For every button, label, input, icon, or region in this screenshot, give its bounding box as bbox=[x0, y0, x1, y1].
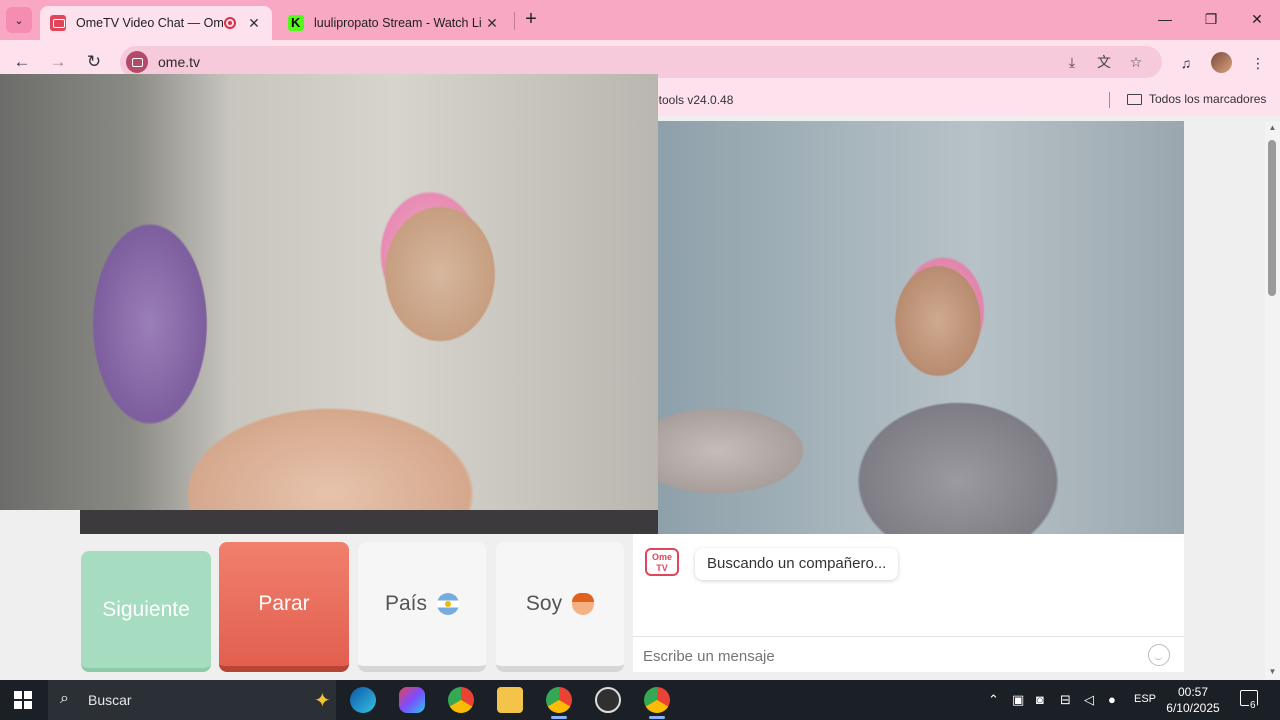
forward-arrow-icon[interactable]: → bbox=[46, 50, 70, 74]
chrome-active-window-icon[interactable] bbox=[644, 687, 670, 719]
chevron-down-icon: ⌄ bbox=[14, 14, 24, 27]
tab-divider bbox=[514, 12, 515, 30]
tab-search-button[interactable]: ⌄ bbox=[6, 7, 32, 33]
argentina-flag-icon bbox=[437, 593, 460, 615]
close-window-button[interactable]: ✕ bbox=[1242, 8, 1272, 30]
boy-emoji-icon bbox=[572, 593, 595, 615]
search-icon: ⌕ bbox=[60, 690, 69, 707]
all-bookmarks-button[interactable]: Todos los marcadores bbox=[1127, 92, 1266, 106]
windows-taskbar: ⌕ Buscar ✦ ⌃ ▣ ◙ ⊟ ◁ ● ESP 00:57 6/10/20… bbox=[0, 680, 1280, 720]
file-explorer-icon[interactable] bbox=[497, 687, 523, 713]
menu-dots-icon[interactable]: ⋮ bbox=[1247, 52, 1269, 74]
chrome-icon[interactable] bbox=[448, 687, 474, 713]
ometv-logo-icon: Ome TV bbox=[645, 548, 679, 576]
microphone-icon[interactable]: ● bbox=[1108, 692, 1116, 707]
folder-icon bbox=[1127, 93, 1142, 105]
windows-start-icon[interactable] bbox=[14, 691, 32, 709]
recording-indicator-icon bbox=[224, 17, 236, 29]
network-icon[interactable]: ⊟ bbox=[1060, 692, 1071, 708]
gender-selector-button[interactable]: Soy bbox=[496, 542, 624, 672]
tab-bar: ⌄ OmeTV Video Chat — Ome ✕ luulipropato … bbox=[0, 0, 1280, 40]
clock-time: 00:57 bbox=[1177, 685, 1209, 699]
language-indicator[interactable]: ESP bbox=[1134, 693, 1156, 705]
translate-icon[interactable]: 文 bbox=[1094, 52, 1114, 72]
tab-title: luulipropato Stream - Watch Li bbox=[314, 16, 482, 30]
show-hidden-icons-chevron-icon[interactable]: ⌃ bbox=[988, 692, 999, 708]
all-bookmarks-label: Todos los marcadores bbox=[1149, 92, 1267, 106]
edge-browser-icon[interactable] bbox=[350, 687, 376, 713]
site-info-icon[interactable] bbox=[126, 51, 148, 73]
video-bottom-strip bbox=[80, 510, 658, 534]
volume-muted-icon[interactable]: ◁ bbox=[1084, 692, 1094, 708]
chrome-profile-icon[interactable] bbox=[546, 687, 572, 719]
bookmark-star-icon[interactable]: ☆ bbox=[1126, 52, 1146, 72]
camera-in-use-icon[interactable]: ◙ bbox=[1036, 692, 1044, 707]
minimize-button[interactable]: — bbox=[1150, 8, 1180, 30]
restore-button[interactable]: ❐ bbox=[1196, 8, 1226, 30]
kick-favicon-icon bbox=[288, 15, 304, 31]
tray-app-icon[interactable]: ▣ bbox=[1012, 692, 1024, 708]
taskbar-search[interactable]: ⌕ Buscar ✦ bbox=[48, 680, 336, 720]
obs-studio-icon[interactable] bbox=[595, 687, 621, 713]
chat-input-row bbox=[633, 636, 1184, 672]
bookmark-item[interactable]: etools v24.0.48 bbox=[652, 93, 733, 107]
remote-video bbox=[658, 121, 1184, 534]
message-input[interactable] bbox=[643, 645, 1123, 667]
notification-count-badge: 6 bbox=[1249, 700, 1257, 711]
scroll-up-icon[interactable]: ▲ bbox=[1268, 123, 1277, 132]
bookmarks-divider bbox=[1109, 92, 1110, 108]
ometv-favicon-icon bbox=[50, 15, 66, 31]
reload-icon[interactable]: ↻ bbox=[82, 50, 106, 74]
close-tab-icon[interactable]: ✕ bbox=[484, 15, 500, 32]
chat-status-message: Buscando un compañero... bbox=[695, 548, 899, 580]
taskbar-search-label: Buscar bbox=[88, 692, 132, 708]
close-tab-icon[interactable]: ✕ bbox=[246, 15, 262, 32]
country-button-label: País bbox=[384, 592, 428, 615]
system-clock[interactable]: 00:57 6/10/2025 bbox=[1158, 684, 1228, 716]
next-button-label: Siguiente bbox=[102, 597, 190, 621]
sparkle-icon: ✦ bbox=[314, 690, 331, 712]
stop-button[interactable]: Parar bbox=[219, 542, 349, 672]
install-app-icon[interactable]: ⤓ bbox=[1062, 52, 1082, 72]
emoji-smile-icon[interactable] bbox=[1148, 644, 1170, 666]
country-selector-button[interactable]: País bbox=[358, 542, 486, 672]
profile-avatar[interactable] bbox=[1211, 52, 1232, 73]
tab-ometv[interactable]: OmeTV Video Chat — Ome ✕ bbox=[40, 6, 272, 40]
page-scrollbar[interactable]: ▲ ▼ bbox=[1265, 121, 1280, 680]
back-arrow-icon[interactable]: ← bbox=[10, 50, 34, 74]
scroll-thumb[interactable] bbox=[1268, 140, 1276, 296]
gender-button-label: Soy bbox=[525, 592, 563, 615]
tab-title: OmeTV Video Chat — Ome bbox=[76, 16, 224, 30]
stream-camera-overlay bbox=[0, 74, 658, 510]
next-button[interactable]: Siguiente bbox=[81, 551, 211, 672]
scroll-down-icon[interactable]: ▼ bbox=[1268, 667, 1277, 676]
new-tab-button[interactable]: + bbox=[520, 8, 542, 30]
chat-panel: Ome TV Buscando un compañero... bbox=[633, 534, 1184, 672]
url-text[interactable]: ome.tv bbox=[158, 54, 200, 70]
stop-button-label: Parar bbox=[258, 592, 310, 615]
media-controls-icon[interactable]: ♫ bbox=[1175, 52, 1197, 74]
tab-kick-stream[interactable]: luulipropato Stream - Watch Li ✕ bbox=[278, 6, 510, 40]
copilot-icon[interactable] bbox=[399, 687, 425, 713]
clock-date: 6/10/2025 bbox=[1166, 701, 1220, 715]
